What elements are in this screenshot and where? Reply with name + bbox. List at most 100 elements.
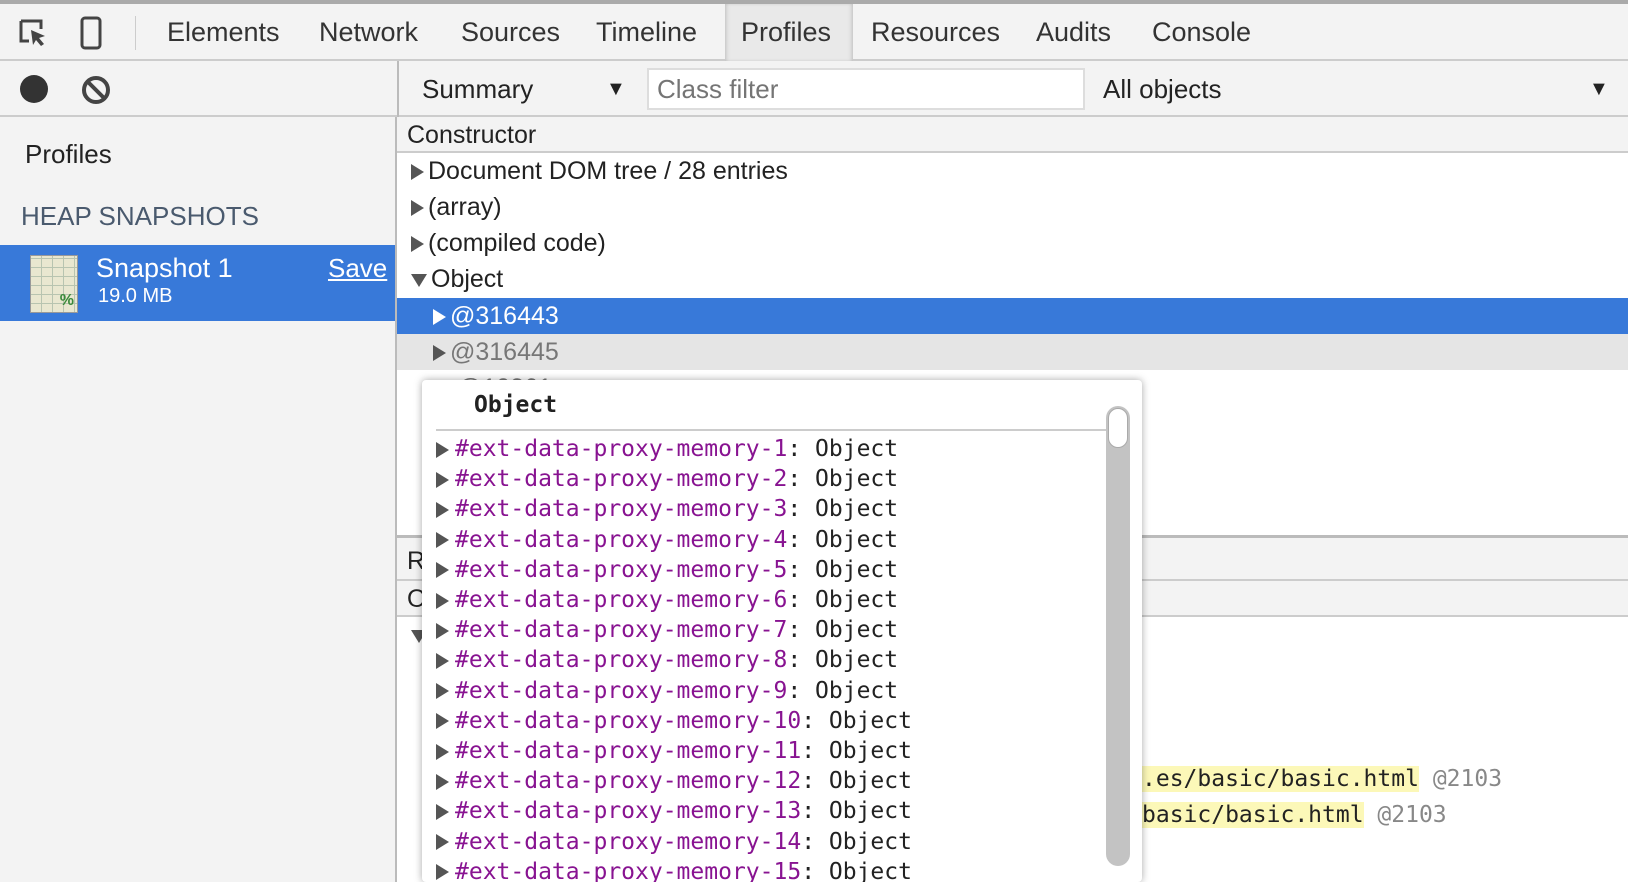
property-separator: :	[787, 647, 816, 674]
property-row[interactable]: #ext-data-proxy-memory-6: Object	[436, 585, 898, 615]
heap-snapshots-heading: HEAP SNAPSHOTS	[21, 201, 259, 231]
property-row[interactable]: #ext-data-proxy-memory-12: Object	[436, 766, 912, 796]
property-separator: :	[801, 858, 829, 882]
divider	[397, 61, 399, 117]
collapse-arrow-icon[interactable]	[411, 273, 427, 287]
expand-arrow-icon[interactable]	[436, 803, 449, 820]
save-link[interactable]: Save	[328, 253, 387, 284]
expand-arrow-icon[interactable]	[436, 562, 449, 579]
sidebar-item-snapshot-1[interactable]: % Snapshot 1 19.0 MB Save	[0, 245, 395, 321]
property-value: Object	[815, 677, 899, 704]
row-label: (compiled code)	[428, 229, 606, 257]
property-row[interactable]: #ext-data-proxy-memory-13: Object	[436, 796, 912, 826]
profiles-toolbar: Summary ▼ All objects ▼	[0, 61, 1628, 117]
property-value: Object	[815, 617, 899, 644]
row-label: Object	[431, 265, 504, 293]
property-row[interactable]: #ext-data-proxy-memory-8: Object	[436, 645, 898, 675]
expand-arrow-icon[interactable]	[436, 471, 449, 488]
retainer-url: .es/basic/basic.html	[1142, 766, 1419, 792]
property-value: Object	[815, 526, 899, 553]
expand-arrow-icon[interactable]	[436, 622, 449, 639]
expand-arrow-icon[interactable]	[436, 743, 449, 760]
expand-arrow-icon[interactable]	[436, 864, 449, 881]
expand-arrow-icon[interactable]	[436, 683, 449, 700]
chevron-down-icon: ▼	[606, 78, 626, 100]
tab-resources[interactable]: Resources	[855, 4, 1016, 61]
expand-arrow-icon[interactable]	[436, 713, 449, 730]
tab-elements[interactable]: Elements	[151, 4, 296, 61]
property-row[interactable]: #ext-data-proxy-memory-14: Object	[436, 827, 912, 857]
expand-arrow-icon[interactable]	[433, 309, 446, 326]
device-mode-icon[interactable]	[80, 16, 102, 50]
property-row[interactable]: #ext-data-proxy-memory-3: Object	[436, 494, 898, 524]
tab-sources[interactable]: Sources	[445, 4, 576, 61]
expand-arrow-icon[interactable]	[411, 200, 424, 217]
table-row[interactable]: (array)	[397, 189, 1628, 225]
table-row[interactable]: Object	[397, 261, 1628, 297]
scrollbar-thumb[interactable]	[1108, 408, 1128, 448]
property-key: #ext-data-proxy-memory-9	[455, 677, 788, 704]
property-key: #ext-data-proxy-memory-15	[455, 858, 802, 882]
heap-snapshot-icon: %	[30, 255, 78, 313]
property-key: #ext-data-proxy-memory-5	[455, 556, 788, 583]
property-row[interactable]: #ext-data-proxy-memory-7: Object	[436, 615, 898, 645]
object-id: @2103	[1432, 766, 1503, 792]
property-row[interactable]: #ext-data-proxy-memory-9: Object	[436, 676, 898, 706]
object-id: @2103	[1377, 802, 1447, 828]
table-row[interactable]: (compiled code)	[397, 225, 1628, 261]
expand-arrow-icon[interactable]	[436, 532, 449, 549]
tab-console[interactable]: Console	[1136, 4, 1267, 61]
expand-arrow-icon[interactable]	[436, 834, 449, 851]
property-separator: :	[787, 677, 816, 704]
record-icon[interactable]	[20, 75, 48, 103]
tab-audits[interactable]: Audits	[1020, 4, 1127, 61]
property-separator: :	[787, 466, 816, 493]
divider	[135, 16, 136, 50]
tab-network[interactable]: Network	[303, 4, 434, 61]
property-row[interactable]: #ext-data-proxy-memory-11: Object	[436, 736, 912, 766]
expand-arrow-icon[interactable]	[436, 501, 449, 518]
column-header-label: Constructor	[407, 121, 537, 149]
class-filter-input[interactable]	[647, 68, 1085, 110]
property-separator: :	[787, 436, 816, 462]
property-row[interactable]: #ext-data-proxy-memory-1: Object	[436, 434, 898, 464]
property-value: Object	[815, 556, 899, 583]
expand-arrow-icon[interactable]	[436, 441, 449, 458]
snapshot-name: Snapshot 1	[96, 253, 233, 283]
table-row-selected[interactable]: @316443	[397, 298, 1628, 334]
expand-arrow-icon[interactable]	[436, 592, 449, 609]
view-select[interactable]: Summary ▼	[422, 61, 626, 117]
expand-arrow-icon[interactable]	[436, 652, 449, 669]
table-row-hovered[interactable]: @316445	[397, 334, 1628, 370]
property-list: #ext-data-proxy-memory-1: Object #ext-dat…	[422, 380, 1102, 882]
objects-filter-value: All objects	[1103, 74, 1222, 104]
property-separator: :	[801, 798, 829, 825]
objects-filter-select[interactable]: All objects ▼	[1103, 61, 1613, 117]
property-row[interactable]: #ext-data-proxy-memory-15: Object	[436, 857, 912, 882]
tab-timeline[interactable]: Timeline	[580, 4, 713, 61]
expand-arrow-icon[interactable]	[436, 773, 449, 790]
inspect-element-icon[interactable]	[18, 18, 50, 50]
row-label: Document DOM tree / 28 entries	[428, 157, 788, 185]
row-label: (array)	[428, 193, 502, 221]
expand-arrow-icon[interactable]	[411, 236, 424, 253]
constructor-column-header[interactable]: Constructor	[397, 117, 1628, 153]
expand-arrow-icon[interactable]	[411, 164, 424, 181]
property-row[interactable]: #ext-data-proxy-memory-4: Object	[436, 525, 898, 555]
property-key: #ext-data-proxy-memory-11	[455, 738, 802, 764]
property-key: #ext-data-proxy-memory-12	[455, 768, 802, 795]
expand-arrow-icon[interactable]	[433, 345, 446, 362]
tab-profiles[interactable]: Profiles	[725, 4, 853, 61]
property-key: #ext-data-proxy-memory-2	[455, 466, 788, 493]
property-separator: :	[787, 526, 816, 553]
clear-icon[interactable]	[80, 74, 112, 106]
property-row[interactable]: #ext-data-proxy-memory-5: Object	[436, 555, 898, 585]
property-row[interactable]: #ext-data-proxy-memory-10: Object	[436, 706, 912, 736]
property-key: #ext-data-proxy-memory-3	[455, 496, 788, 523]
table-row[interactable]: Document DOM tree / 28 entries	[397, 153, 1628, 189]
property-value: Object	[815, 587, 899, 613]
chevron-down-icon: ▼	[1589, 78, 1609, 100]
property-separator: :	[801, 828, 829, 855]
property-row[interactable]: #ext-data-proxy-memory-2: Object	[436, 464, 898, 494]
scrollbar[interactable]	[1106, 406, 1130, 866]
